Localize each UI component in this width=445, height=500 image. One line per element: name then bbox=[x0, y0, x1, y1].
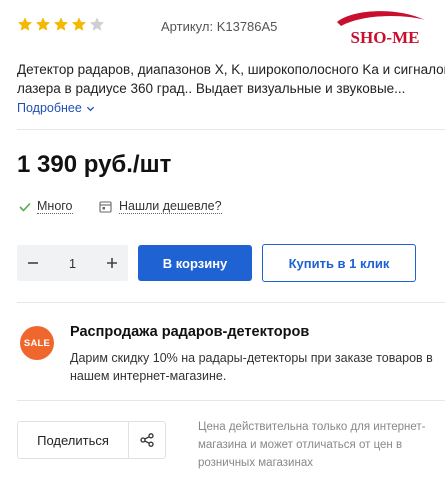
stock-label: Много bbox=[37, 199, 73, 214]
brand-logo-text: SHO-ME bbox=[351, 28, 420, 47]
star-icon bbox=[18, 17, 32, 31]
plus-icon bbox=[106, 258, 117, 268]
share-icon-button[interactable] bbox=[129, 422, 165, 458]
brand-logo[interactable]: SHO-ME bbox=[333, 8, 429, 50]
divider bbox=[17, 129, 445, 130]
share-control: Поделиться bbox=[17, 421, 166, 459]
sku-label: Артикул: K13786A5 bbox=[161, 19, 278, 34]
found-cheaper-label: Нашли дешевле? bbox=[119, 199, 222, 214]
product-description: Детектор радаров, диапазонов X, K, широк… bbox=[17, 60, 445, 98]
star-icon bbox=[36, 17, 50, 31]
rating-stars bbox=[17, 16, 105, 32]
divider bbox=[17, 400, 445, 401]
star-empty-icon bbox=[90, 17, 104, 31]
description-line: Детектор радаров, диапазонов X, K, широк… bbox=[17, 62, 445, 77]
decrease-button[interactable] bbox=[17, 245, 49, 281]
divider bbox=[17, 302, 445, 303]
buy-one-click-button[interactable]: Купить в 1 клик bbox=[262, 244, 416, 282]
promo-title[interactable]: Распродажа радаров-детекторов bbox=[70, 324, 309, 340]
price: 1 390 руб./шт bbox=[17, 151, 172, 178]
share-icon bbox=[140, 433, 154, 447]
more-label: Подробнее bbox=[17, 101, 82, 115]
chevron-down-icon bbox=[86, 106, 94, 111]
share-button[interactable]: Поделиться bbox=[18, 422, 129, 458]
found-cheaper-link[interactable]: Нашли дешевле? bbox=[99, 199, 222, 214]
add-to-cart-button[interactable]: В корзину bbox=[138, 245, 252, 281]
minus-icon bbox=[28, 262, 38, 264]
stock-status[interactable]: Много bbox=[19, 199, 73, 214]
price-tag-icon bbox=[99, 200, 112, 213]
description-line: лазера в радиусе 360 град.. Выдает визуа… bbox=[17, 81, 406, 96]
promo-text: Дарим скидку 10% на радары-детекторы при… bbox=[70, 351, 433, 383]
star-icon bbox=[54, 17, 68, 31]
quantity-stepper[interactable]: 1 bbox=[17, 245, 128, 281]
quantity-value[interactable]: 1 bbox=[69, 256, 76, 271]
star-icon bbox=[72, 17, 86, 31]
price-note: Цена действительна только для интернет-м… bbox=[198, 421, 426, 469]
check-icon bbox=[19, 202, 31, 212]
sale-badge: SALE bbox=[20, 326, 54, 360]
increase-button[interactable] bbox=[96, 245, 128, 281]
more-link[interactable]: Подробнее bbox=[17, 101, 95, 115]
